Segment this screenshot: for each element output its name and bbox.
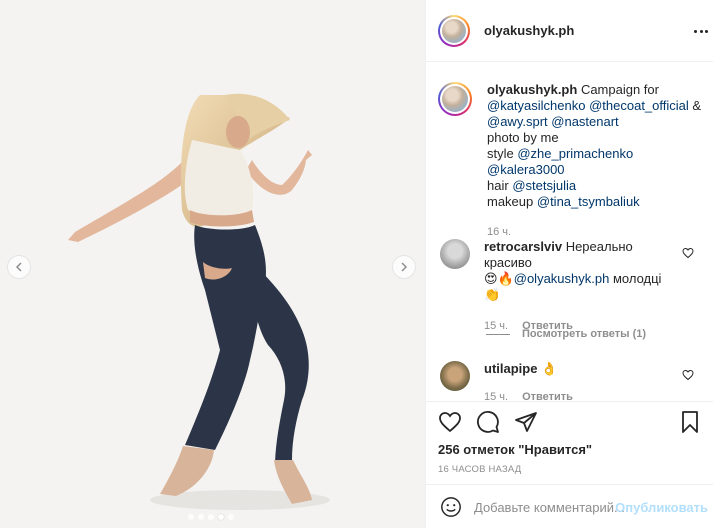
mention-link[interactable]: @awy.sprt — [487, 114, 548, 129]
carousel-indicator — [188, 514, 234, 520]
chevron-right-icon — [401, 262, 408, 272]
mention-link[interactable]: @katyasilchenko — [487, 98, 585, 113]
caption-username[interactable]: olyakushyk.ph — [487, 82, 577, 97]
carousel-dot — [188, 514, 194, 520]
share-icon[interactable] — [514, 410, 538, 434]
author-avatar[interactable] — [438, 14, 470, 47]
comment-meta: 15 ч. Ответить — [484, 389, 684, 401]
mention-link[interactable]: @olyakushyk.ph — [514, 271, 610, 286]
heart-icon[interactable] — [438, 410, 462, 434]
comment-timestamp[interactable]: 15 ч. — [484, 389, 508, 401]
instagram-post: olyakushyk.ph olyakushyk.ph Campaign for… — [0, 0, 713, 528]
mention-link[interactable]: @nastenart — [551, 114, 618, 129]
view-replies-button[interactable]: Посмотреть ответы (1) — [486, 328, 646, 340]
emoji-icon[interactable] — [440, 496, 462, 518]
mention-link[interactable]: @stetsjulia — [512, 178, 576, 193]
author-username[interactable]: olyakushyk.ph — [484, 23, 574, 38]
next-photo-button[interactable] — [392, 255, 416, 279]
post-side-panel: olyakushyk.ph olyakushyk.ph Campaign for… — [425, 0, 713, 528]
post-header: olyakushyk.ph — [426, 0, 713, 62]
caption-avatar[interactable] — [438, 82, 472, 116]
previous-photo-button[interactable] — [7, 255, 31, 279]
chevron-left-icon — [15, 262, 22, 272]
commenter-avatar[interactable] — [440, 239, 470, 269]
mention-link[interactable]: @zhe_primachenko — [517, 146, 633, 161]
caption-timestamp[interactable]: 16 ч. — [487, 224, 702, 240]
comment-item: utilapipe 👌 15 ч. Ответить — [438, 361, 708, 401]
post-media[interactable] — [0, 0, 425, 528]
comment-icon[interactable] — [476, 410, 500, 434]
commenter-avatar[interactable] — [440, 361, 470, 391]
comment-item: retrocarslviv Нереально красиво 😍🔥@olyak… — [438, 239, 708, 334]
commenter-username[interactable]: retrocarslviv — [484, 239, 562, 254]
mention-link[interactable]: @tina_tsymbaliuk — [537, 194, 640, 209]
mention-link[interactable]: @kalera3000 — [487, 162, 565, 177]
caption-text: olyakushyk.ph Campaign for @katyasilchen… — [487, 82, 702, 240]
add-comment-form: Опубликовать — [426, 484, 713, 528]
commenter-username[interactable]: utilapipe — [484, 361, 537, 376]
comment-text: utilapipe 👌 15 ч. Ответить — [484, 361, 684, 401]
likes-count[interactable]: 256 отметок "Нравится" — [438, 442, 592, 457]
comments-section[interactable]: olyakushyk.ph Campaign for @katyasilchen… — [426, 63, 713, 401]
post-photo — [0, 0, 425, 528]
publish-button[interactable]: Опубликовать — [615, 500, 708, 515]
comment-text: retrocarslviv Нереально красиво 😍🔥@olyak… — [484, 239, 684, 334]
carousel-dot — [228, 514, 234, 520]
like-comment-icon[interactable] — [682, 247, 694, 259]
bookmark-icon[interactable] — [678, 410, 702, 434]
mention-link[interactable]: @thecoat_official — [589, 98, 689, 113]
reply-button[interactable]: Ответить — [522, 389, 573, 401]
more-options-icon[interactable] — [694, 24, 708, 38]
post-timestamp[interactable]: 16 часов назад — [438, 464, 521, 475]
post-actions: 256 отметок "Нравится" 16 часов назад Оп… — [426, 401, 713, 528]
post-caption: olyakushyk.ph Campaign for @katyasilchen… — [438, 82, 708, 240]
like-comment-icon[interactable] — [682, 369, 694, 381]
carousel-dot — [198, 514, 204, 520]
carousel-dot-active — [218, 514, 224, 520]
action-icons — [438, 410, 538, 434]
carousel-dot — [208, 514, 214, 520]
